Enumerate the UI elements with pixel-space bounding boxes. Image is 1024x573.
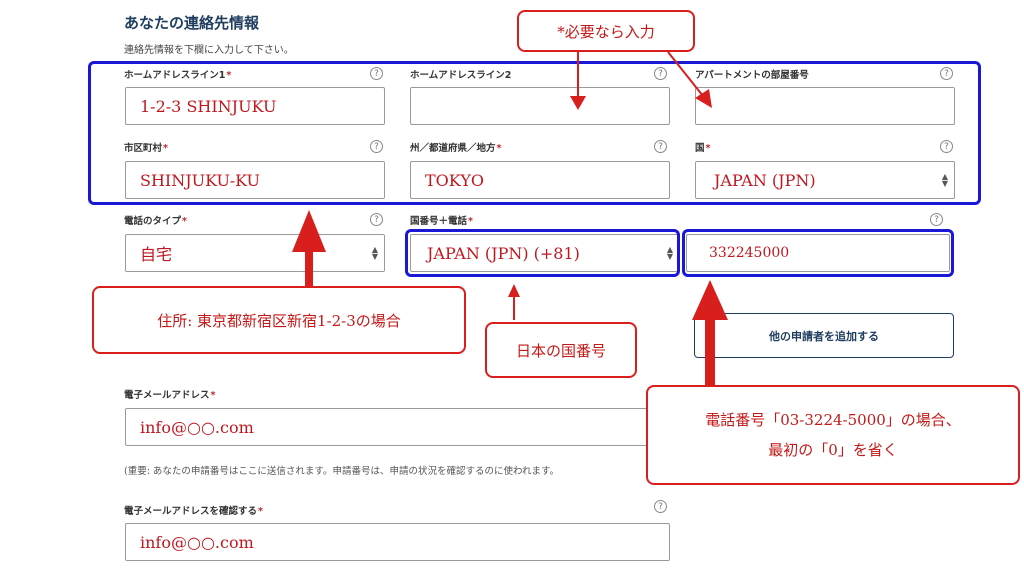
address-arrow-head — [292, 210, 326, 252]
country-code-annotation: 日本の国番号 — [485, 322, 637, 378]
phone-annotation-line-1: 電話番号「03-3224-5000」の場合、 — [705, 411, 961, 429]
phone-annotation-line-2: 最初の「0」を省く — [768, 441, 898, 459]
optional-arrow-line-2 — [667, 51, 704, 97]
phone-arrow-head — [692, 280, 728, 320]
country-code-arrow-head — [508, 284, 520, 297]
phone-arrow-shaft — [705, 318, 715, 386]
optional-arrow-head-2 — [695, 89, 712, 108]
address-arrow-shaft — [305, 250, 313, 288]
optional-arrow-head-1 — [570, 96, 586, 110]
phone-annotation: 電話番号「03-3224-5000」の場合、 最初の「0」を省く — [646, 385, 1020, 485]
address-example-annotation: 住所: 東京都新宿区新宿1-2-3の場合 — [92, 286, 466, 354]
optional-annotation: *必要なら入力 — [517, 10, 695, 52]
